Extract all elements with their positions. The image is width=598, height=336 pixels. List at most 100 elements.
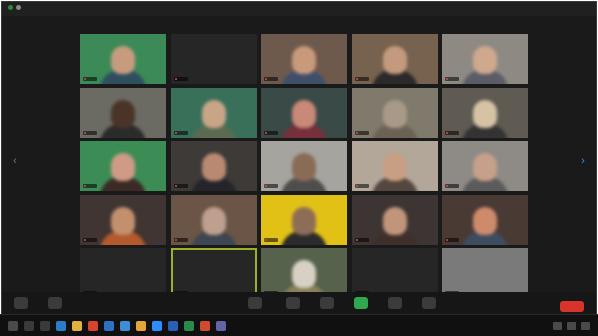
participant-tile[interactable] — [80, 34, 166, 84]
participant-tile[interactable] — [170, 34, 257, 84]
participant-tile[interactable] — [261, 87, 347, 138]
muted-mic-icon — [83, 130, 97, 135]
participant-face — [111, 99, 135, 128]
participant-tile[interactable] — [80, 141, 166, 191]
participant-face — [382, 153, 407, 181]
participant-face — [201, 153, 226, 181]
participant-face — [292, 153, 316, 181]
edge-icon[interactable] — [56, 321, 66, 331]
muted-mic-icon — [445, 184, 459, 188]
participant-face — [473, 206, 497, 235]
participant-tile[interactable] — [170, 141, 257, 191]
title-bar — [2, 2, 596, 16]
task-view-icon[interactable] — [40, 321, 50, 331]
mute-icon[interactable] — [14, 297, 28, 309]
participant-face — [292, 260, 316, 288]
volume-icon[interactable] — [567, 322, 576, 330]
participant-tile[interactable] — [80, 87, 166, 138]
share-screen-icon[interactable] — [354, 297, 368, 309]
muted-mic-icon — [83, 77, 97, 81]
participant-face — [382, 99, 407, 128]
zoom-icon[interactable] — [152, 321, 162, 331]
participant-tile[interactable] — [442, 194, 528, 245]
participant-tile[interactable] — [80, 194, 166, 245]
start-icon[interactable] — [8, 321, 18, 331]
prev-page-chevron-icon[interactable]: ‹ — [10, 154, 20, 168]
participant-tile[interactable] — [170, 194, 257, 245]
participant-face — [292, 206, 316, 235]
security-icon[interactable] — [248, 297, 262, 309]
excel-icon[interactable] — [184, 321, 194, 331]
muted-mic-icon — [173, 77, 188, 81]
record-icon[interactable] — [388, 297, 402, 309]
video-camera-icon[interactable] — [48, 297, 62, 309]
participant-face — [201, 99, 226, 128]
participant-face — [473, 153, 497, 181]
search-icon[interactable] — [24, 321, 34, 331]
muted-mic-icon — [173, 184, 188, 188]
participant-face — [382, 206, 407, 235]
participant-face — [382, 46, 407, 74]
participant-face — [473, 46, 497, 74]
participant-tile[interactable] — [351, 248, 438, 298]
participant-tile[interactable] — [261, 34, 347, 84]
word-icon[interactable] — [168, 321, 178, 331]
teams-icon[interactable] — [216, 321, 226, 331]
muted-mic-icon — [173, 130, 188, 135]
participant-tile[interactable] — [80, 248, 166, 298]
security-shield-icon[interactable] — [8, 5, 13, 10]
participant-tile[interactable] — [351, 194, 438, 245]
file-explorer-icon[interactable] — [72, 321, 82, 331]
muted-mic-icon — [354, 77, 369, 81]
participant-tile[interactable] — [442, 248, 528, 298]
muted-mic-icon — [264, 184, 278, 188]
participant-tile[interactable] — [261, 248, 347, 298]
store-icon[interactable] — [120, 321, 130, 331]
chat-icon[interactable] — [320, 297, 334, 309]
participant-tile[interactable] — [442, 87, 528, 138]
participant-tile[interactable] — [170, 248, 257, 298]
muted-mic-icon — [354, 130, 369, 135]
muted-mic-icon — [445, 237, 459, 242]
participant-tile[interactable] — [442, 34, 528, 84]
meeting-toolbar — [2, 292, 596, 315]
info-icon[interactable] — [16, 5, 21, 10]
muted-mic-icon — [264, 77, 278, 81]
participant-face — [292, 99, 316, 128]
photos-icon[interactable] — [136, 321, 146, 331]
participant-face — [473, 99, 497, 128]
participant-face — [292, 46, 316, 74]
muted-mic-icon — [83, 237, 97, 242]
mail-icon[interactable] — [104, 321, 114, 331]
gallery-grid — [80, 34, 528, 298]
next-page-chevron-icon[interactable]: › — [578, 154, 588, 168]
system-tray — [553, 322, 590, 330]
clock-icon[interactable] — [581, 322, 590, 330]
muted-mic-icon — [354, 184, 369, 188]
app-badge — [8, 5, 26, 10]
participant-tile[interactable] — [351, 34, 438, 84]
participant-tile[interactable] — [442, 141, 528, 191]
end-meeting-button[interactable] — [560, 301, 584, 312]
network-icon[interactable] — [553, 322, 562, 330]
muted-mic-icon — [264, 130, 278, 135]
participant-tile[interactable] — [261, 141, 347, 191]
participant-tile[interactable] — [351, 141, 438, 191]
muted-mic-icon — [173, 237, 188, 242]
muted-mic-icon — [445, 130, 459, 135]
muted-mic-icon — [83, 184, 97, 188]
participant-face — [201, 206, 226, 235]
meeting-window: ‹ › — [1, 1, 597, 315]
powerpoint-icon[interactable] — [200, 321, 210, 331]
muted-mic-icon — [354, 237, 369, 242]
participant-tile[interactable] — [170, 87, 257, 138]
participant-tile[interactable] — [351, 87, 438, 138]
participant-tile[interactable] — [261, 194, 347, 245]
participants-icon[interactable] — [286, 297, 300, 309]
chrome-icon[interactable] — [88, 321, 98, 331]
muted-mic-icon — [264, 237, 278, 242]
participant-face — [111, 206, 135, 235]
reactions-icon[interactable] — [422, 297, 436, 309]
participant-face — [111, 46, 135, 74]
participant-face — [111, 153, 135, 181]
